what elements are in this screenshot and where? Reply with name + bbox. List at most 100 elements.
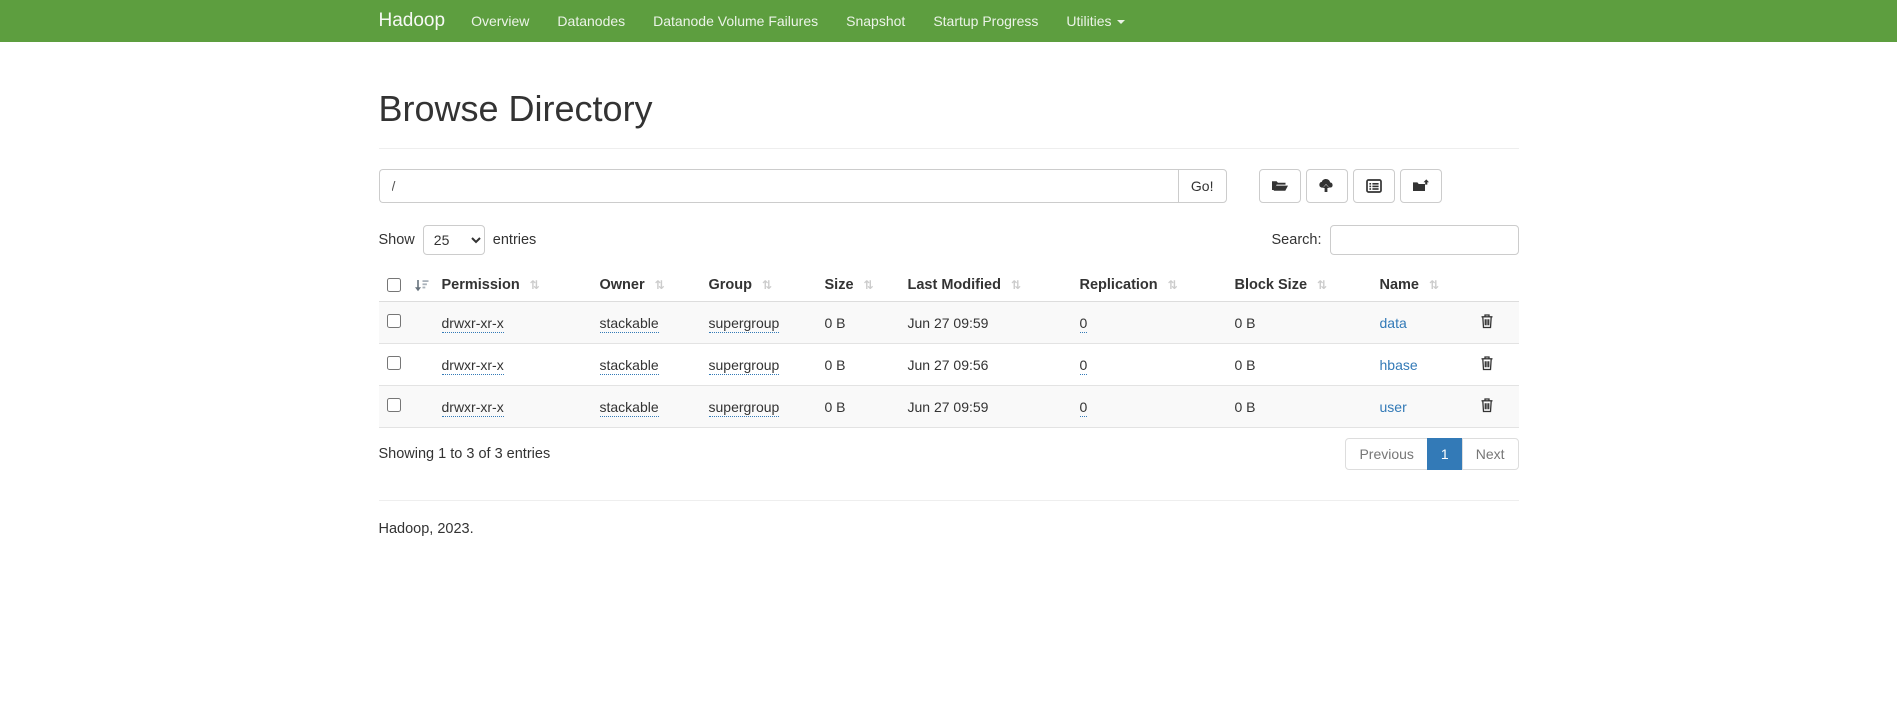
select-all-checkbox[interactable] [387,278,401,292]
header-permission[interactable]: Permission⇅ [434,269,592,302]
size-cell: 0 B [817,302,900,344]
page-1-button[interactable]: 1 [1427,438,1463,470]
trash-icon [1480,397,1494,413]
actions-cell [1472,302,1519,344]
directory-path-input[interactable] [379,169,1178,203]
page-length-select[interactable]: 25 [423,225,485,255]
footer-text: Hadoop, 2023. [379,521,1519,567]
name-cell: data [1372,302,1472,344]
owner-cell: stackable [592,386,701,428]
replication-editable[interactable]: 0 [1080,357,1088,375]
group-editable[interactable]: supergroup [709,315,780,333]
block-size-cell: 0 B [1227,344,1372,386]
replication-editable[interactable]: 0 [1080,315,1088,333]
pagination: Previous 1 Next [1345,438,1518,470]
last-modified-cell: Jun 27 09:56 [900,344,1072,386]
delete-button[interactable] [1480,313,1494,329]
header-last-modified-label: Last Modified [908,277,1001,293]
sort-icon: ⇅ [1429,278,1439,292]
last-modified-cell: Jun 27 09:59 [900,302,1072,344]
replication-editable[interactable]: 0 [1080,399,1088,417]
sort-icon: ⇅ [1168,278,1178,292]
size-cell: 0 B [817,386,900,428]
nav-item-datanodes[interactable]: Datanodes [543,0,639,42]
show-label: Show [379,232,415,248]
table-controls: Show 25 entries Search: [379,225,1519,255]
sort-icon: ⇅ [655,278,665,292]
pagination-item: Previous [1345,438,1427,470]
folder-open-icon [1271,179,1288,193]
directory-table: Permission⇅ Owner⇅ Group⇅ Size⇅ Last Mod… [379,269,1519,428]
group-editable[interactable]: supergroup [709,357,780,375]
header-size[interactable]: Size ⇅ [817,269,900,302]
brand-hadoop[interactable]: Hadoop [379,10,446,32]
move-directory-button[interactable] [1400,169,1442,203]
create-directory-button[interactable] [1259,169,1301,203]
header-size-label: Size [825,277,854,293]
caret-down-icon [1117,20,1125,24]
cloud-upload-icon [1318,179,1335,193]
header-last-modified[interactable]: Last Modified ⇅ [900,269,1072,302]
previous-page-button[interactable]: Previous [1345,438,1427,470]
group-editable[interactable]: supergroup [709,399,780,417]
nav-item-overview[interactable]: Overview [457,0,543,42]
header-owner[interactable]: Owner⇅ [592,269,701,302]
header-permission-label: Permission [442,277,520,293]
group-cell: supergroup [701,386,817,428]
header-block-size[interactable]: Block Size⇅ [1227,269,1372,302]
header-name-label: Name [1380,277,1420,293]
row-select-cell [379,302,434,344]
last-modified-cell: Jun 27 09:59 [900,386,1072,428]
table-row: drwxr-xr-x stackable supergroup 0 B Jun … [379,386,1519,428]
owner-editable[interactable]: stackable [600,399,659,417]
header-actions [1472,269,1519,302]
select-all-header[interactable] [379,269,434,302]
next-page-button[interactable]: Next [1462,438,1519,470]
page-length-group: Show 25 entries [379,225,537,255]
row-checkbox[interactable] [387,398,401,412]
sort-icon: ⇅ [762,278,772,292]
directory-link[interactable]: hbase [1380,357,1418,373]
size-cell: 0 B [817,344,900,386]
delete-button[interactable] [1480,397,1494,413]
directory-link[interactable]: data [1380,315,1407,331]
sort-icon: ⇅ [864,278,874,292]
owner-editable[interactable]: stackable [600,315,659,333]
table-row: drwxr-xr-x stackable supergroup 0 B Jun … [379,344,1519,386]
name-cell: hbase [1372,344,1472,386]
row-checkbox[interactable] [387,314,401,328]
nav-item-snapshot[interactable]: Snapshot [832,0,919,42]
owner-editable[interactable]: stackable [600,357,659,375]
actions-cell [1472,344,1519,386]
row-select-cell [379,386,434,428]
delete-button[interactable] [1480,355,1494,371]
header-group[interactable]: Group ⇅ [701,269,817,302]
sort-icon: ⇅ [1011,278,1021,292]
permission-cell: drwxr-xr-x [434,386,592,428]
explorer-action-buttons [1259,169,1442,203]
header-group-label: Group [709,277,753,293]
permission-editable[interactable]: drwxr-xr-x [442,357,504,375]
directory-link[interactable]: user [1380,399,1407,415]
header-name[interactable]: Name ⇅ [1372,269,1472,302]
search-input[interactable] [1330,225,1519,255]
actions-cell [1472,386,1519,428]
upload-files-button[interactable] [1306,169,1348,203]
go-button[interactable]: Go! [1178,169,1227,203]
cut-paste-button[interactable] [1353,169,1395,203]
search-group: Search: [1272,225,1519,255]
pagination-item: Next [1463,438,1519,470]
nav-item-datanode-volume-failures[interactable]: Datanode Volume Failures [639,0,832,42]
sort-icon: ⇅ [1317,278,1327,292]
path-input-group: Go! [379,169,1227,203]
header-replication[interactable]: Replication⇅ [1072,269,1227,302]
table-head: Permission⇅ Owner⇅ Group⇅ Size⇅ Last Mod… [379,269,1519,302]
nav-item-startup-progress[interactable]: Startup Progress [919,0,1052,42]
nav-item-utilities-dropdown[interactable]: Utilities [1052,0,1138,42]
owner-cell: stackable [592,344,701,386]
row-checkbox[interactable] [387,356,401,370]
permission-editable[interactable]: drwxr-xr-x [442,399,504,417]
permission-editable[interactable]: drwxr-xr-x [442,315,504,333]
replication-cell: 0 [1072,386,1227,428]
trash-icon [1480,313,1494,329]
